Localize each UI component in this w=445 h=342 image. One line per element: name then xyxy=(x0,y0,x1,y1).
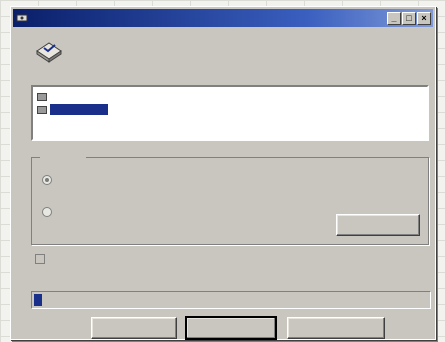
maximize-button[interactable]: □ xyxy=(402,11,416,25)
settings-button[interactable] xyxy=(336,214,420,236)
more-options-button[interactable] xyxy=(287,317,385,339)
title-bar[interactable]: _ □ × xyxy=(13,9,433,27)
disk-label xyxy=(50,104,108,115)
progress-fill xyxy=(34,294,42,306)
close-button[interactable]: × xyxy=(417,11,431,25)
disk-list[interactable] xyxy=(31,85,429,141)
auto-fix-option[interactable] xyxy=(35,253,211,264)
standard-check-option[interactable] xyxy=(42,174,127,185)
disk-list-item[interactable] xyxy=(37,90,423,103)
standard-check-radio[interactable] xyxy=(42,174,52,185)
standard-check-label xyxy=(57,174,127,185)
disk-list-item-selected[interactable] xyxy=(37,103,423,116)
start-button[interactable] xyxy=(91,317,177,339)
scandisk-window: _ □ × xyxy=(10,6,436,340)
thorough-check-description xyxy=(58,222,318,233)
floppy-drive-icon xyxy=(37,92,47,101)
status-text xyxy=(33,275,333,286)
app-icon xyxy=(16,12,28,24)
auto-fix-label xyxy=(51,253,211,264)
window-controls: _ □ × xyxy=(386,11,431,25)
disk-check-icon xyxy=(35,39,63,63)
standard-check-description xyxy=(58,190,288,201)
auto-fix-checkbox[interactable] xyxy=(35,253,45,264)
hard-drive-icon xyxy=(37,105,47,114)
minimize-button[interactable]: _ xyxy=(387,11,401,25)
check-type-title xyxy=(40,151,86,163)
thorough-check-option[interactable] xyxy=(42,206,127,217)
progress-bar xyxy=(31,291,431,309)
thorough-check-label xyxy=(57,206,127,217)
check-type-group xyxy=(31,151,429,245)
select-disk-prompt xyxy=(33,71,413,83)
cancel-button[interactable] xyxy=(185,316,277,340)
thorough-check-radio[interactable] xyxy=(42,206,52,217)
